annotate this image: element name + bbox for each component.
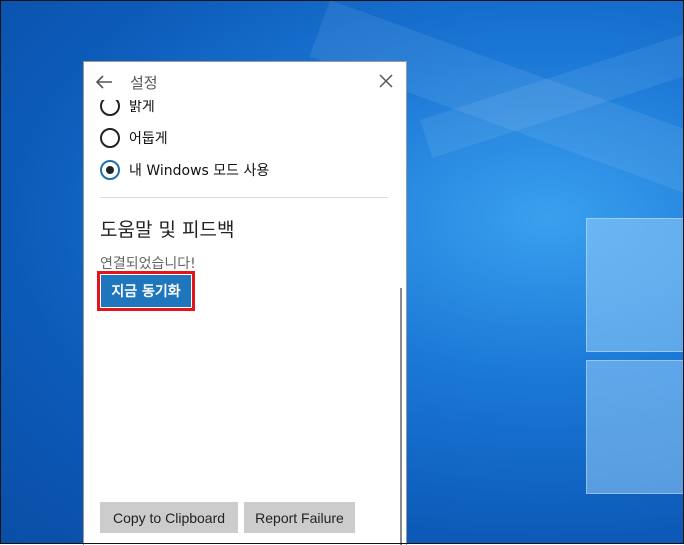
copy-to-clipboard-button[interactable]: Copy to Clipboard <box>100 502 238 533</box>
radio-system[interactable]: 내 Windows 모드 사용 <box>100 158 269 182</box>
radio-button[interactable] <box>100 128 120 148</box>
windows-logo-pane <box>586 218 684 352</box>
scrollbar[interactable] <box>400 288 402 545</box>
section-heading: 도움말 및 피드백 <box>100 219 235 241</box>
radio-label-system: 내 Windows 모드 사용 <box>129 163 270 179</box>
back-arrow-icon[interactable] <box>94 72 114 92</box>
window-title: 설정 <box>130 74 158 92</box>
radio-button-checked[interactable] <box>100 160 120 180</box>
divider <box>100 197 388 198</box>
close-icon[interactable] <box>378 73 394 89</box>
title-bar: 설정 <box>84 62 406 100</box>
status-text: 연결되었습니다! <box>100 256 196 272</box>
sync-now-button[interactable]: 지금 동기화 <box>101 275 191 307</box>
settings-panel: 설정 밝게 어둡게 내 Windows 모드 사용 도움말 및 피드백 연결되었… <box>83 61 407 545</box>
radio-dark[interactable]: 어둡게 <box>100 126 168 150</box>
windows-logo-pane <box>586 360 684 494</box>
radio-label-dark: 어둡게 <box>129 131 168 147</box>
report-failure-button[interactable]: Report Failure <box>244 502 355 533</box>
